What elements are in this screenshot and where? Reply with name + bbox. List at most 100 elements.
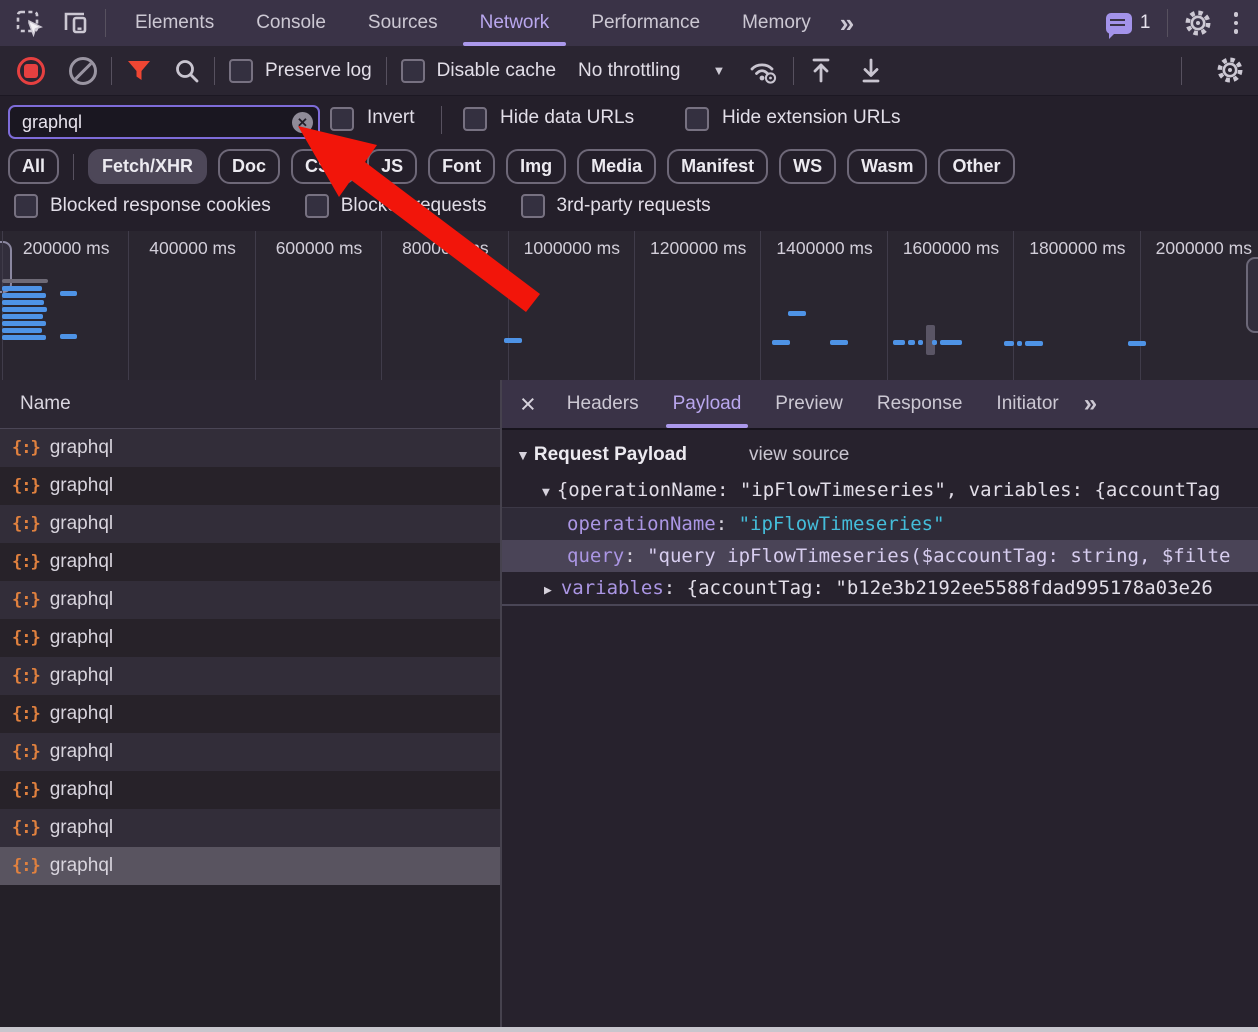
request-list: {:}graphql{:}graphql{:}graphql{:}graphql… — [0, 429, 500, 885]
throttling-dropdown[interactable]: No throttling ▼ — [578, 60, 725, 82]
chip-js[interactable]: JS — [367, 149, 417, 184]
collapse-caret-icon[interactable]: ▼ — [542, 485, 550, 500]
blocked-response-cookies-checkbox[interactable] — [14, 194, 38, 218]
hide-extension-urls-control[interactable]: Hide extension URLs — [685, 105, 900, 131]
payload-row-query[interactable]: query: "query ipFlowTimeseries($accountT… — [502, 540, 1258, 572]
clear-filter-icon[interactable]: ✕ — [292, 112, 313, 133]
details-tab-headers[interactable]: Headers — [550, 380, 656, 428]
json-request-icon: {:} — [12, 628, 40, 648]
request-row[interactable]: {:}graphql — [0, 581, 500, 619]
network-settings-gear-icon[interactable] — [1216, 56, 1244, 84]
disable-cache-control[interactable]: Disable cache — [401, 59, 556, 83]
tab-performance[interactable]: Performance — [570, 0, 721, 46]
request-row[interactable]: {:}graphql — [0, 467, 500, 505]
tabbar-left-icons — [0, 10, 105, 37]
request-row[interactable]: {:}graphql — [0, 619, 500, 657]
expand-caret-icon[interactable]: ▶ — [544, 583, 552, 598]
request-row[interactable]: {:}graphql — [0, 771, 500, 809]
network-conditions-icon[interactable] — [747, 58, 779, 84]
collapse-caret-icon[interactable]: ▼ — [516, 447, 530, 463]
details-tab-payload[interactable]: Payload — [656, 380, 759, 428]
hide-data-urls-control[interactable]: Hide data URLs — [463, 105, 634, 131]
chip-font[interactable]: Font — [428, 149, 495, 184]
chip-wasm[interactable]: Wasm — [847, 149, 927, 184]
chip-media[interactable]: Media — [577, 149, 656, 184]
tab-sources[interactable]: Sources — [347, 0, 459, 46]
overview-request-bar — [788, 311, 806, 316]
request-row[interactable]: {:}graphql — [0, 505, 500, 543]
hide-data-urls-checkbox[interactable] — [463, 107, 487, 131]
tab-elements[interactable]: Elements — [114, 0, 235, 46]
chip-ws[interactable]: WS — [779, 149, 836, 184]
preserve-log-control[interactable]: Preserve log — [229, 59, 372, 83]
settings-gear-icon[interactable] — [1184, 9, 1212, 37]
preserve-log-checkbox[interactable] — [229, 59, 253, 83]
blocked-requests-control[interactable]: Blocked requests — [305, 194, 487, 218]
json-key: operationName — [567, 513, 716, 535]
request-row[interactable]: {:}graphql — [0, 695, 500, 733]
view-source-link[interactable]: view source — [749, 444, 849, 466]
request-payload-section-header[interactable]: ▼ Request Payload view source — [516, 444, 1258, 466]
extra-filter-checkboxes: Blocked response cookies Blocked requests… — [14, 194, 711, 218]
name-column-header[interactable]: Name — [0, 380, 500, 429]
payload-preview-line[interactable]: ▼{operationName: "ipFlowTimeseries", var… — [502, 474, 1258, 507]
import-har-icon[interactable] — [808, 57, 834, 84]
invert-label: Invert — [367, 107, 415, 129]
tab-console[interactable]: Console — [235, 0, 347, 46]
json-request-icon: {:} — [12, 438, 40, 458]
overview-tick-label: 600000 ms — [276, 238, 363, 259]
search-icon[interactable] — [174, 58, 200, 84]
throttling-value: No throttling — [578, 60, 680, 82]
overview-request-bar — [2, 279, 48, 283]
details-tab-response[interactable]: Response — [860, 380, 980, 428]
overview-tick-label: 400000 ms — [149, 238, 236, 259]
json-key: variables — [561, 577, 664, 599]
overview-tick-label: 1600000 ms — [903, 238, 999, 259]
kebab-menu-icon[interactable] — [1228, 12, 1245, 34]
more-detail-tabs-icon[interactable]: » — [1076, 390, 1103, 418]
record-network-log-icon[interactable] — [17, 57, 45, 85]
tab-network[interactable]: Network — [459, 0, 571, 46]
chip-fetch-xhr[interactable]: Fetch/XHR — [88, 149, 207, 184]
request-row[interactable]: {:}graphql — [0, 429, 500, 467]
hide-extension-urls-checkbox[interactable] — [685, 107, 709, 131]
chip-img[interactable]: Img — [506, 149, 566, 184]
more-tabs-icon[interactable]: » — [832, 8, 860, 39]
details-tab-preview[interactable]: Preview — [758, 380, 860, 428]
payload-row-operation-name[interactable]: operationName: "ipFlowTimeseries" — [502, 507, 1258, 540]
filter-funnel-icon[interactable] — [126, 59, 152, 83]
details-tab-initiator[interactable]: Initiator — [979, 380, 1075, 428]
blocked-requests-checkbox[interactable] — [305, 194, 329, 218]
overview-tick-label: 1000000 ms — [524, 238, 620, 259]
chip-all[interactable]: All — [8, 149, 59, 184]
request-row[interactable]: {:}graphql — [0, 847, 500, 885]
messages-icon[interactable] — [1106, 13, 1132, 34]
request-row[interactable]: {:}graphql — [0, 657, 500, 695]
chip-manifest[interactable]: Manifest — [667, 149, 768, 184]
invert-control[interactable]: Invert — [330, 105, 415, 131]
network-overview-timeline[interactable]: 200000 ms400000 ms600000 ms800000 ms1000… — [0, 231, 1258, 382]
3rd-party-requests-control[interactable]: 3rd-party requests — [521, 194, 711, 218]
chip-doc[interactable]: Doc — [218, 149, 280, 184]
3rd-party-requests-checkbox[interactable] — [521, 194, 545, 218]
tab-memory[interactable]: Memory — [721, 0, 832, 46]
chip-css[interactable]: CSS — [291, 149, 356, 184]
overview-request-bar — [830, 340, 848, 345]
json-separator: : — [716, 513, 739, 535]
request-row[interactable]: {:}graphql — [0, 733, 500, 771]
payload-row-variables[interactable]: ▶variables: {accountTag: "b12e3b2192ee55… — [502, 572, 1258, 606]
close-icon[interactable]: × — [520, 382, 536, 426]
chip-other[interactable]: Other — [938, 149, 1014, 184]
blocked-response-cookies-control[interactable]: Blocked response cookies — [14, 194, 271, 218]
disable-cache-checkbox[interactable] — [401, 59, 425, 83]
inspect-element-icon[interactable] — [16, 10, 43, 37]
device-toolbar-icon[interactable] — [61, 10, 89, 36]
request-row[interactable]: {:}graphql — [0, 543, 500, 581]
json-string-value: "query ipFlowTimeseries($accountTag: str… — [647, 545, 1230, 567]
filter-input[interactable]: graphql ✕ — [8, 105, 320, 139]
clear-network-log-icon[interactable] — [69, 57, 97, 85]
json-request-icon: {:} — [12, 552, 40, 572]
invert-checkbox[interactable] — [330, 107, 354, 131]
export-har-icon[interactable] — [858, 57, 884, 84]
request-row[interactable]: {:}graphql — [0, 809, 500, 847]
